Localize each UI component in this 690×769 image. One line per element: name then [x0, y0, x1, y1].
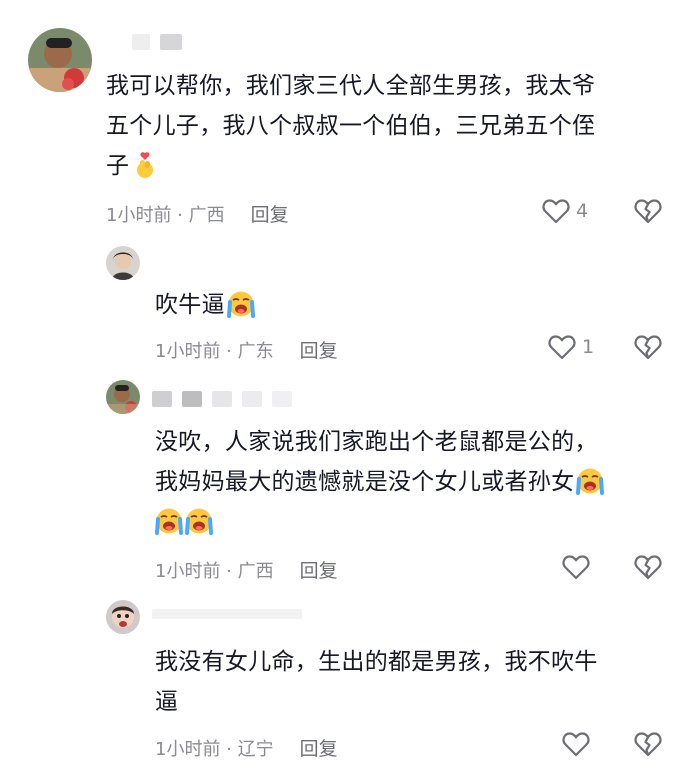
username-blurred[interactable]	[132, 34, 182, 50]
broken-heart-icon	[634, 555, 662, 580]
heart-outline-icon	[562, 732, 590, 757]
comment-text: 没吹，人家说我们家跑出个老鼠都是公的， 我妈妈最大的遗憾就是没个女儿或者孙女	[155, 422, 675, 542]
timestamp-location: 1小时前 · 广西	[155, 560, 274, 582]
comment-meta: 1小时前 · 广东 回复	[155, 336, 338, 363]
timestamp-location: 1小时前 · 广西	[106, 204, 225, 226]
comment-meta: 1小时前 · 广西 回复	[106, 200, 289, 227]
dislike-button[interactable]	[634, 731, 662, 757]
reply-button[interactable]: 回复	[300, 336, 338, 363]
heart-outline-icon	[562, 555, 590, 580]
heart-outline-icon	[548, 335, 576, 360]
crying-face-emoji	[226, 290, 255, 318]
avatar[interactable]	[106, 600, 140, 634]
reply-button[interactable]: 回复	[300, 556, 338, 583]
comment-meta: 1小时前 · 辽宁 回复	[155, 734, 338, 761]
reply-button[interactable]: 回复	[251, 200, 289, 227]
broken-heart-icon	[634, 732, 662, 757]
dislike-button[interactable]	[634, 198, 662, 224]
comment-text: 吹牛逼	[155, 285, 655, 325]
like-count: 1	[582, 336, 595, 358]
reply-button[interactable]: 回复	[300, 734, 338, 761]
like-button[interactable]	[562, 731, 596, 757]
like-count: 4	[576, 200, 589, 222]
like-button[interactable]: 1	[548, 334, 594, 360]
heart-outline-icon	[542, 199, 570, 224]
timestamp-location: 1小时前 · 广东	[155, 340, 274, 362]
broken-heart-icon	[634, 199, 662, 224]
crying-face-emoji	[576, 467, 605, 495]
comment-meta: 1小时前 · 广西 回复	[155, 556, 338, 583]
like-button[interactable]: 4	[542, 198, 588, 224]
avatar[interactable]	[106, 246, 140, 280]
dislike-button[interactable]	[634, 334, 662, 360]
finger-heart-emoji	[131, 151, 159, 179]
timestamp-location: 1小时前 · 辽宁	[155, 738, 274, 760]
avatar[interactable]	[106, 380, 140, 414]
username-blurred[interactable]	[152, 391, 292, 407]
crying-face-emoji	[155, 507, 183, 535]
comment-text: 我可以帮你，我们家三代人全部生男孩，我太爷 五个儿子，我八个叔叔一个伯伯，三兄弟…	[106, 73, 596, 179]
crying-face-emoji	[185, 507, 213, 535]
dislike-button[interactable]	[634, 554, 662, 580]
username-blurred[interactable]	[152, 609, 302, 619]
avatar[interactable]	[28, 28, 92, 92]
comment-text: 我没有女儿命，生出的都是男孩，我不吹牛 逼	[155, 649, 598, 715]
broken-heart-icon	[634, 335, 662, 360]
like-button[interactable]	[562, 554, 596, 580]
